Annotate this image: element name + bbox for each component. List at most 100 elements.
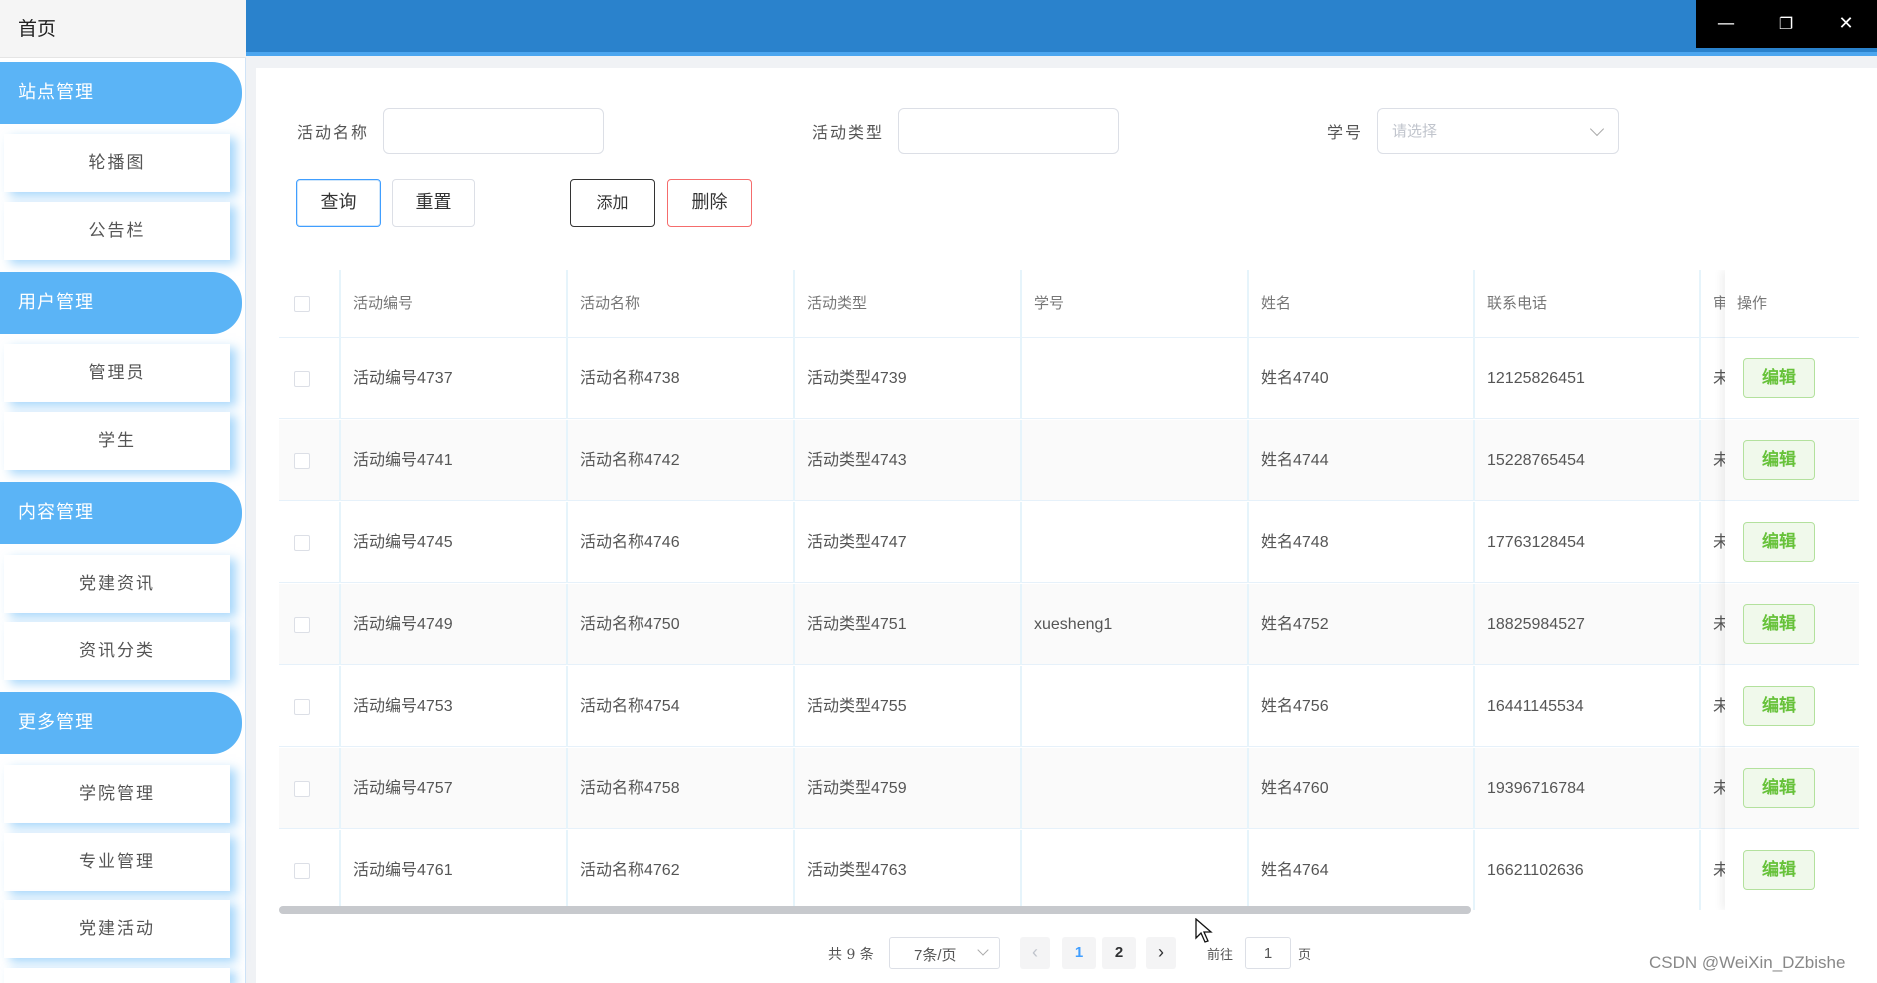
cell-person: 姓名4744 <box>1249 420 1475 501</box>
edit-button[interactable]: 编辑 <box>1743 768 1815 808</box>
cell-type: 活动类型4747 <box>795 502 1022 583</box>
prev-page-button[interactable]: ‹ <box>1020 937 1050 969</box>
row-checkbox[interactable] <box>294 371 310 387</box>
cell-phone: 16621102636 <box>1475 830 1701 910</box>
select-cell <box>279 502 341 583</box>
sidebar-group-users[interactable]: 用户管理 <box>0 272 242 334</box>
table-row[interactable]: 活动编号4753 活动名称4754 活动类型4755 姓名4756 1644114553… <box>279 666 1859 747</box>
activity-type-input[interactable] <box>898 108 1119 154</box>
sidebar-item-notice[interactable]: 公告栏 <box>4 202 230 260</box>
close-button[interactable]: ✕ <box>1816 0 1876 48</box>
activity-name-input[interactable] <box>383 108 604 154</box>
student-id-select[interactable] <box>1377 108 1619 154</box>
horizontal-scrollbar[interactable] <box>279 906 1471 914</box>
row-checkbox[interactable] <box>294 617 310 633</box>
cell-phone: 17763128454 <box>1475 502 1701 583</box>
cell-phone: 12125826451 <box>1475 338 1701 419</box>
table-row[interactable]: 活动编号4745 活动名称4746 活动类型4747 姓名4748 1776312845… <box>279 502 1859 583</box>
cell-person: 姓名4752 <box>1249 584 1475 665</box>
col-header-person[interactable]: 姓名 <box>1249 270 1475 338</box>
edit-button[interactable]: 编辑 <box>1743 358 1815 398</box>
table-row[interactable]: 活动编号4741 活动名称4742 活动类型4743 姓名4744 1522876545… <box>279 420 1859 501</box>
sidebar-item-news[interactable]: 党建资讯 <box>4 555 230 613</box>
activity-name-label: 活动名称 <box>297 123 370 142</box>
sidebar-group-site[interactable]: 站点管理 <box>0 62 242 124</box>
page-size-select[interactable]: 7条/页 <box>889 937 1000 969</box>
cell-student <box>1022 420 1249 501</box>
cell-id: 活动编号4753 <box>341 666 568 747</box>
page-button-1[interactable]: 1 <box>1062 937 1096 969</box>
edit-button[interactable]: 编辑 <box>1743 686 1815 726</box>
window-controls: — ❐ ✕ <box>1696 0 1877 48</box>
operation-cell: 编辑 <box>1725 830 1859 910</box>
query-button[interactable]: 查询 <box>296 179 381 227</box>
cell-id: 活动编号4737 <box>341 338 568 419</box>
cell-id: 活动编号4757 <box>341 748 568 829</box>
sidebar-item-carousel[interactable]: 轮播图 <box>4 134 230 192</box>
cell-person: 姓名4756 <box>1249 666 1475 747</box>
next-page-button[interactable]: › <box>1146 937 1176 969</box>
cell-name: 活动名称4742 <box>568 420 795 501</box>
sidebar-item-partial <box>4 968 230 983</box>
edit-button[interactable]: 编辑 <box>1743 850 1815 890</box>
table-row[interactable]: 活动编号4749 活动名称4750 活动类型4751 xuesheng1 姓名4752 1… <box>279 584 1859 665</box>
cell-name: 活动名称4750 <box>568 584 795 665</box>
restore-button[interactable]: ❐ <box>1756 0 1816 48</box>
col-header-name[interactable]: 活动名称 <box>568 270 795 338</box>
reset-button[interactable]: 重置 <box>392 179 475 227</box>
operation-cell: 编辑 <box>1725 748 1859 829</box>
edit-button[interactable]: 编辑 <box>1743 604 1815 644</box>
col-header-student[interactable]: 学号 <box>1022 270 1249 338</box>
cell-student <box>1022 830 1249 910</box>
page-size-value: 7条/页 <box>914 947 957 964</box>
table-row[interactable]: 活动编号4737 活动名称4738 活动类型4739 姓名4740 1212582645… <box>279 338 1859 419</box>
sidebar-item-news-category[interactable]: 资讯分类 <box>4 622 230 680</box>
cell-person: 姓名4748 <box>1249 502 1475 583</box>
sidebar-item-major[interactable]: 专业管理 <box>4 833 230 891</box>
add-button[interactable]: 添加 <box>570 179 655 227</box>
cell-person: 姓名4740 <box>1249 338 1475 419</box>
edit-button[interactable]: 编辑 <box>1743 522 1815 562</box>
sidebar-item-party-activity[interactable]: 党建活动 <box>4 900 230 958</box>
row-checkbox[interactable] <box>294 863 310 879</box>
sidebar-item-admin[interactable]: 管理员 <box>4 344 230 402</box>
table-row[interactable]: 活动编号4757 活动名称4758 活动类型4759 姓名4760 1939671678… <box>279 748 1859 829</box>
cell-id: 活动编号4749 <box>341 584 568 665</box>
delete-button[interactable]: 删除 <box>667 179 752 227</box>
cell-phone: 16441145534 <box>1475 666 1701 747</box>
col-header-id[interactable]: 活动编号 <box>341 270 568 338</box>
edit-button[interactable]: 编辑 <box>1743 440 1815 480</box>
minimize-button[interactable]: — <box>1696 0 1756 48</box>
cell-type: 活动类型4755 <box>795 666 1022 747</box>
row-checkbox[interactable] <box>294 781 310 797</box>
sidebar-group-content[interactable]: 内容管理 <box>0 482 242 544</box>
col-header-phone[interactable]: 联系电话 <box>1475 270 1701 338</box>
goto-page-input[interactable] <box>1245 937 1291 969</box>
col-header-type[interactable]: 活动类型 <box>795 270 1022 338</box>
sidebar-item-student[interactable]: 学生 <box>4 412 230 470</box>
operation-cell: 编辑 <box>1725 666 1859 747</box>
operation-cell: 编辑 <box>1725 338 1859 419</box>
col-header-status[interactable]: 审 <box>1701 270 1727 338</box>
page-button-2[interactable]: 2 <box>1102 937 1136 969</box>
select-all-checkbox[interactable] <box>294 296 310 312</box>
cell-status: 未 <box>1701 338 1727 419</box>
table-row[interactable]: 活动编号4761 活动名称4762 活动类型4763 姓名4764 1662110263… <box>279 830 1859 910</box>
row-checkbox[interactable] <box>294 535 310 551</box>
sidebar-home[interactable]: 首页 <box>0 0 246 58</box>
row-checkbox[interactable] <box>294 699 310 715</box>
sidebar-item-college[interactable]: 学院管理 <box>4 765 230 823</box>
select-cell <box>279 338 341 419</box>
cell-person: 姓名4760 <box>1249 748 1475 829</box>
cell-status: 未 <box>1701 502 1727 583</box>
cell-id: 活动编号4741 <box>341 420 568 501</box>
cell-student: xuesheng1 <box>1022 584 1249 665</box>
mouse-cursor-icon <box>1195 918 1213 943</box>
sidebar-group-more[interactable]: 更多管理 <box>0 692 242 754</box>
cell-phone: 19396716784 <box>1475 748 1701 829</box>
cell-student <box>1022 666 1249 747</box>
cell-student <box>1022 748 1249 829</box>
row-checkbox[interactable] <box>294 453 310 469</box>
watermark-text: CSDN @WeiXin_DZbishe <box>1649 953 1846 972</box>
select-cell <box>279 420 341 501</box>
